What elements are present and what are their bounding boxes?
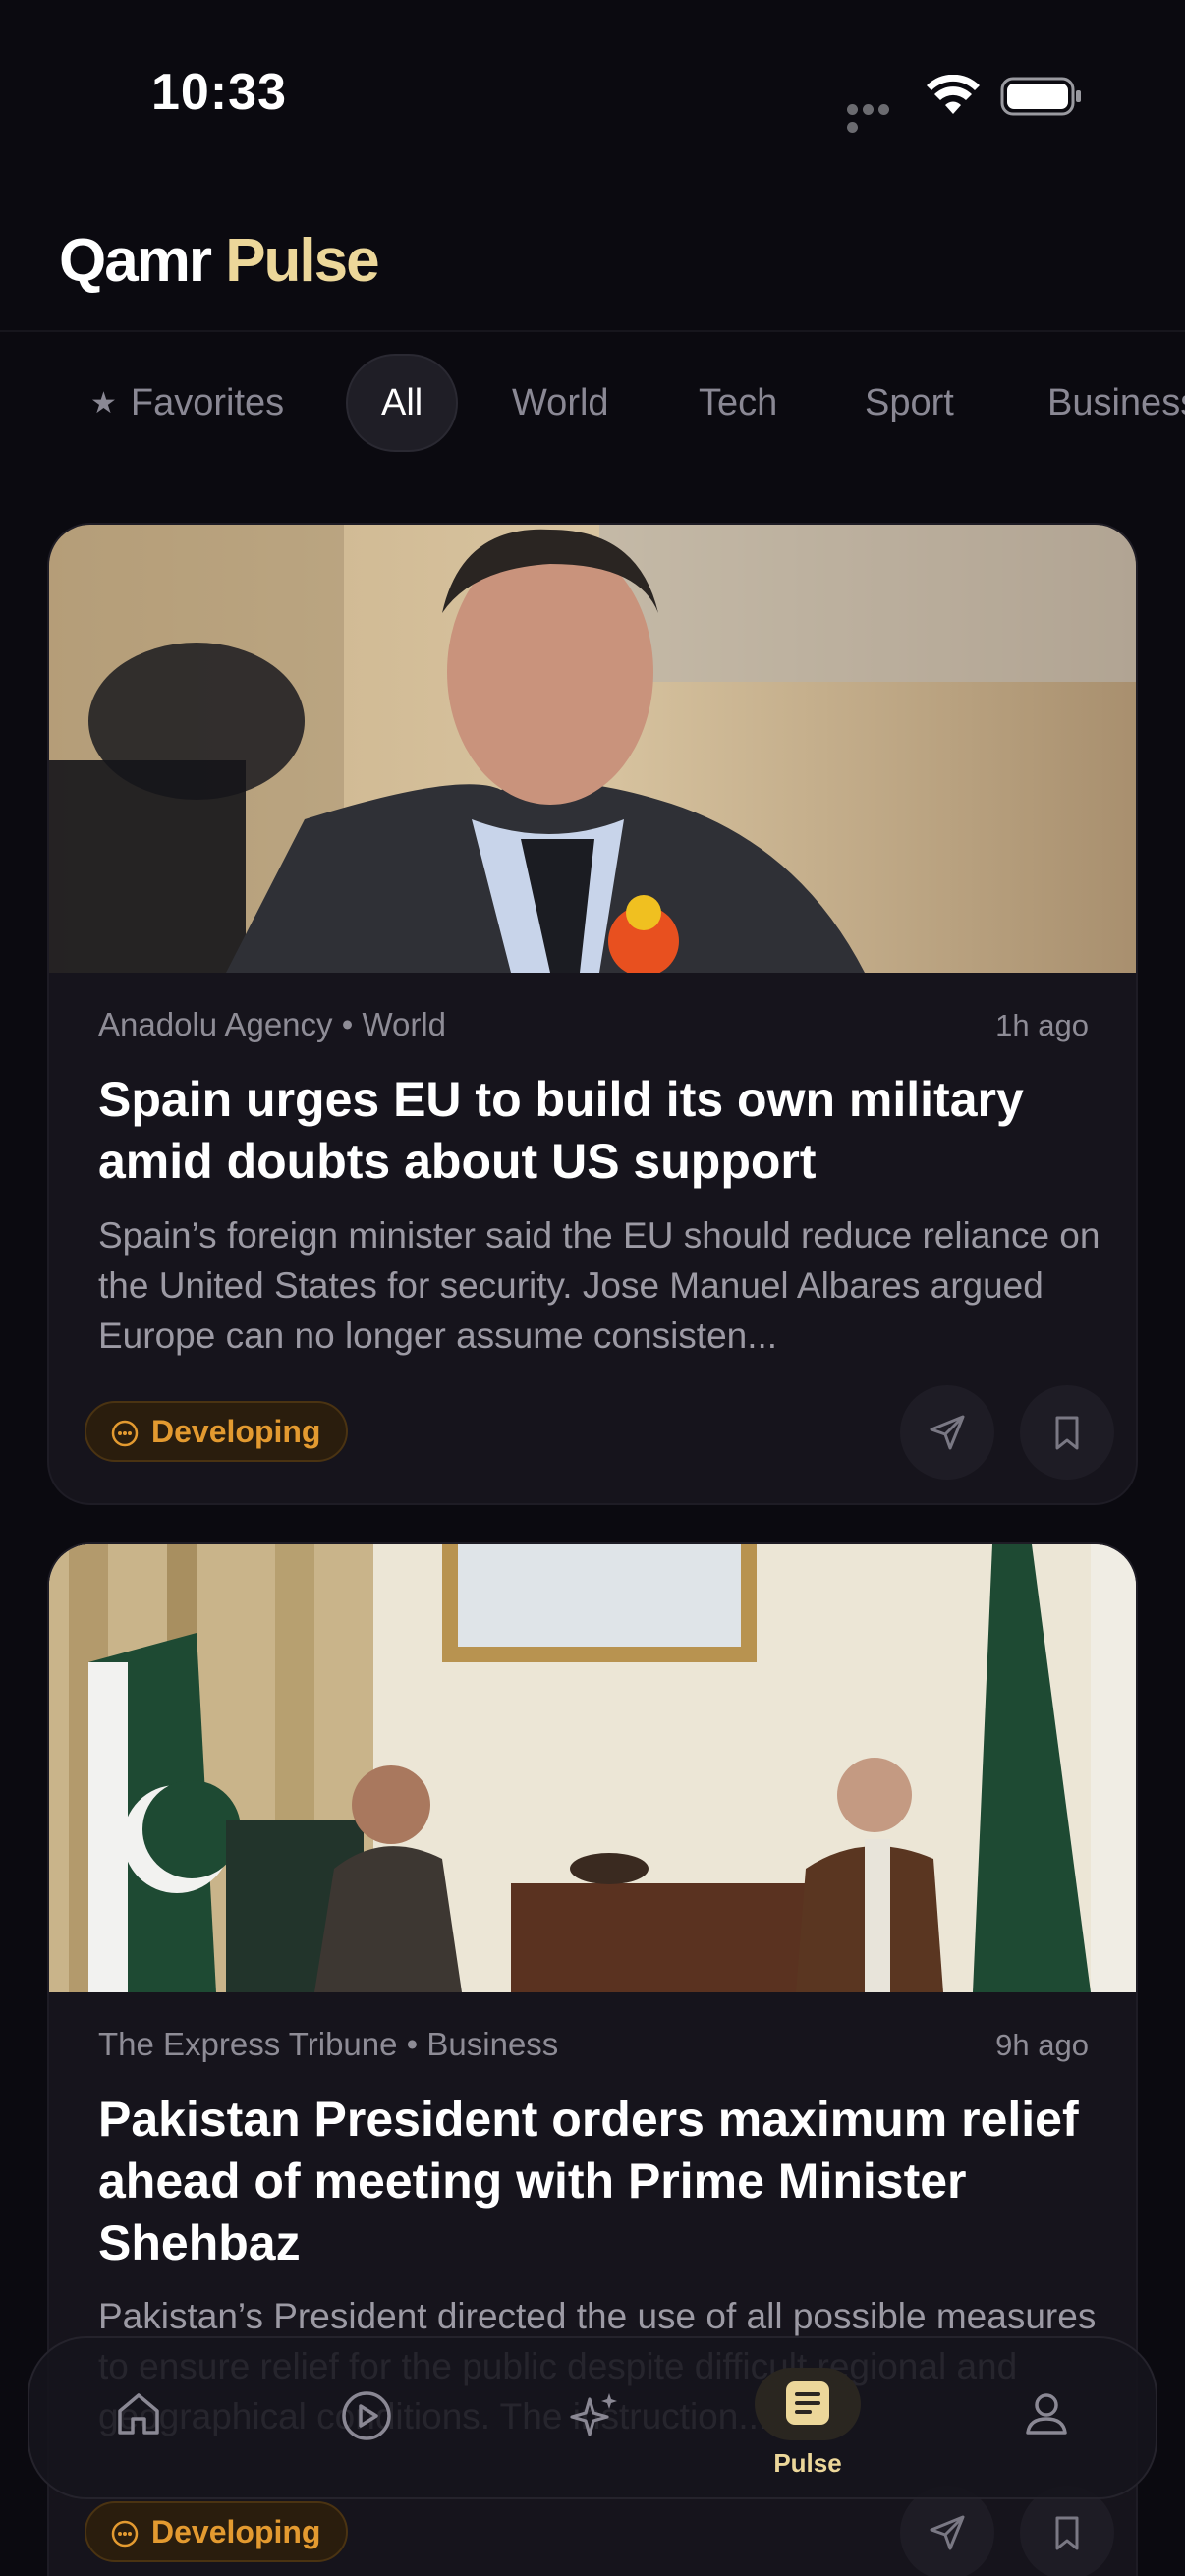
meta-separator: • (341, 1006, 354, 1042)
nav-profile[interactable] (987, 2338, 1104, 2501)
app-header: Qamr Pulse (0, 187, 1185, 332)
article-source: The Express Tribune (98, 2026, 398, 2062)
send-icon (930, 2515, 965, 2550)
nav-label: Pulse (773, 2448, 842, 2478)
play-circle-icon (342, 2391, 391, 2440)
tab-label: Sport (865, 382, 954, 423)
pulse-dots-icon (111, 2520, 139, 2548)
pulse-dots-icon (111, 1420, 139, 1447)
bookmark-icon (1055, 2516, 1079, 2550)
tab-label: Favorites (130, 382, 285, 423)
app-logo: Qamr Pulse (59, 226, 380, 296)
tab-all[interactable]: All (346, 354, 459, 452)
tab-label: Business (1047, 382, 1185, 423)
article-title[interactable]: Spain urges EU to build its own military… (98, 1069, 1100, 1193)
article-category: Business (426, 2026, 559, 2062)
brand-name-primary: Qamr (59, 227, 212, 295)
article-image (49, 525, 1136, 973)
tab-tech[interactable]: Tech (665, 354, 811, 452)
battery-icon (1000, 77, 1081, 116)
developing-badge: Developing (85, 1401, 349, 1462)
document-icon (786, 2381, 829, 2425)
article-source: Anadolu Agency (98, 1006, 333, 1042)
meta-separator: • (406, 2026, 419, 2062)
tab-label: All (381, 382, 423, 423)
send-icon (930, 1415, 965, 1450)
article-card[interactable]: Anadolu Agency • World 1h ago Spain urge… (47, 523, 1138, 1505)
nav-home[interactable] (79, 2338, 197, 2501)
share-button[interactable] (900, 1385, 994, 1480)
article-meta: Anadolu Agency • World (98, 1006, 446, 1043)
sparkles-icon (570, 2393, 617, 2436)
status-bar: 10:33 (0, 0, 1185, 187)
nav-video[interactable] (305, 2338, 423, 2501)
status-time: 10:33 (151, 64, 287, 121)
article-time: 1h ago (995, 1008, 1089, 1042)
brand-name-accent: Pulse (225, 227, 379, 295)
article-meta: The Express Tribune • Business (98, 2026, 558, 2063)
article-category: World (362, 1006, 447, 1042)
tab-world[interactable]: World (479, 354, 643, 452)
star-icon: ★ (90, 387, 117, 420)
tab-favorites[interactable]: ★ Favorites (57, 354, 317, 452)
nav-pulse[interactable]: Pulse (737, 2338, 861, 2501)
bottom-nav: Pulse (28, 2336, 1157, 2499)
developing-badge: Developing (85, 2501, 349, 2562)
wifi-icon (927, 75, 980, 114)
home-icon (118, 2393, 159, 2435)
category-tabs: ★ Favorites All World Tech Sport Business (0, 352, 1185, 454)
article-summary: Spain’s foreign minister said the EU sho… (98, 1215, 1100, 1356)
badge-label: Developing (151, 1414, 321, 1449)
article-title[interactable]: Pakistan President orders maximum relief… (98, 2089, 1100, 2274)
article-time: 9h ago (995, 2028, 1089, 2062)
tab-label: World (512, 382, 609, 423)
tab-sport[interactable]: Sport (831, 354, 988, 452)
tab-business[interactable]: Business (1014, 354, 1185, 452)
tab-label: Tech (699, 382, 778, 423)
profile-icon (1026, 2393, 1067, 2435)
signal-icon (847, 102, 908, 133)
badge-label: Developing (151, 2514, 321, 2549)
article-image (49, 1544, 1136, 1992)
screen: 10:33 Qamr Pulse ★ Favorites All World T… (0, 0, 1185, 2576)
bookmark-button[interactable] (1020, 1385, 1114, 1480)
nav-discover[interactable] (531, 2338, 649, 2501)
bookmark-icon (1055, 1416, 1079, 1450)
